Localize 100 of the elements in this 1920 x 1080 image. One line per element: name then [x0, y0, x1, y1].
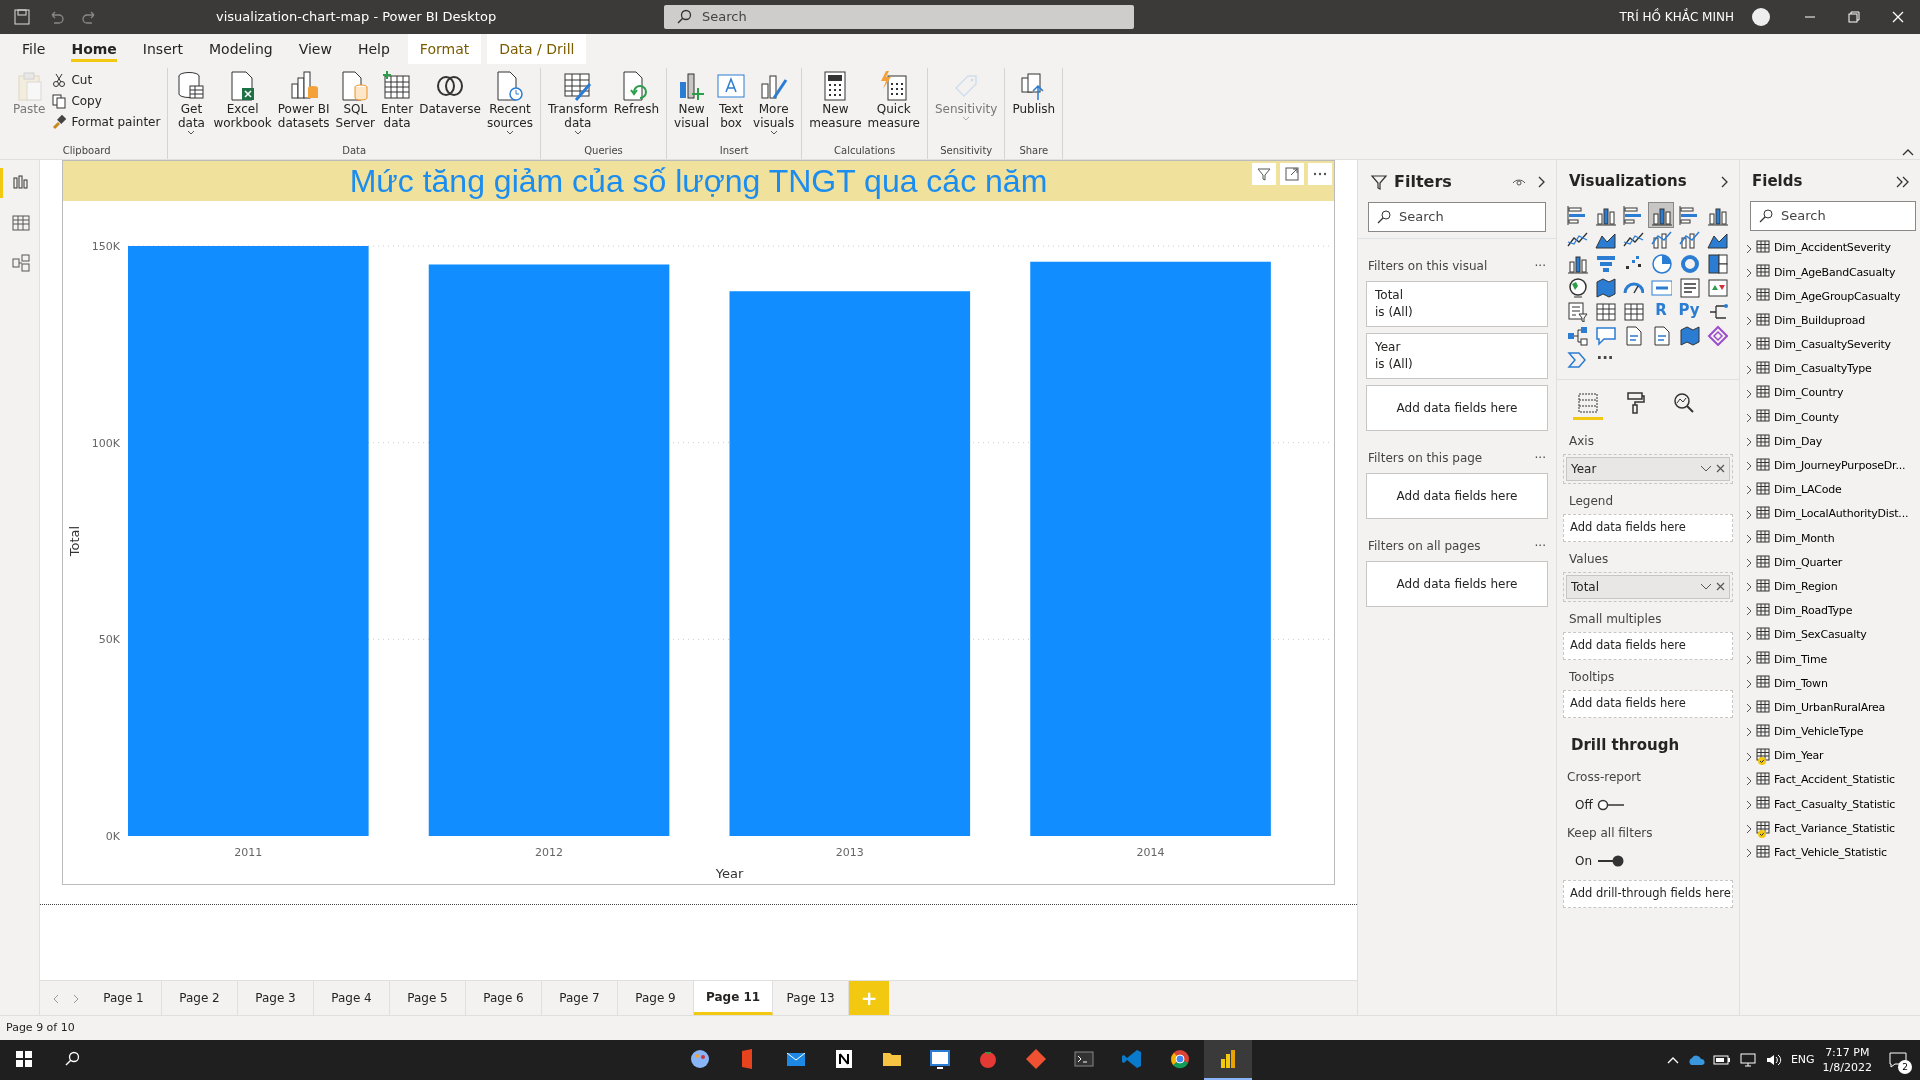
menu-tab[interactable]: View: [286, 34, 344, 64]
field-table-item[interactable]: Dim_UrbanRuralArea: [1740, 696, 1920, 721]
search-icon[interactable]: [64, 1051, 80, 1067]
field-table-item[interactable]: Dim_SexCasualty: [1740, 623, 1920, 648]
close-icon[interactable]: [1716, 582, 1725, 591]
menu-tab[interactable]: Insert: [130, 34, 195, 64]
field-table-item[interactable]: Fact_Variance_Statistic: [1740, 817, 1920, 842]
speaker-icon[interactable]: [1764, 1053, 1783, 1067]
drop-zone[interactable]: Add data fields here: [1563, 689, 1733, 718]
field-table-item[interactable]: Dim_Time: [1740, 647, 1920, 672]
field-table-item[interactable]: Dim_AgeGroupCasualty: [1740, 284, 1920, 310]
field-pill[interactable]: Year: [1566, 456, 1730, 481]
ribbon-button[interactable]: Get data: [172, 68, 211, 143]
ribbon-button[interactable]: New visual: [671, 68, 713, 143]
drop-zone[interactable]: Add data fields here: [1563, 513, 1733, 542]
clock-time[interactable]: 7:17 PM: [1822, 1045, 1872, 1060]
next-icon[interactable]: [73, 993, 79, 1004]
windows-icon[interactable]: [16, 1051, 32, 1067]
more-options-button[interactable]: ···: [1534, 537, 1546, 555]
language-indicator[interactable]: ENG: [1790, 1051, 1815, 1069]
ribbon-button[interactable]: Enter data: [377, 68, 417, 143]
toggle-switch[interactable]: [1596, 854, 1625, 868]
field-table-item[interactable]: Dim_VehicleType: [1740, 720, 1920, 745]
ribbon-button[interactable]: Text box: [712, 68, 751, 143]
field-table-item[interactable]: Dim_Country: [1740, 381, 1920, 406]
network-icon[interactable]: [1738, 1053, 1757, 1067]
chevron-down-icon[interactable]: [1700, 582, 1712, 591]
field-table-item[interactable]: Dim_Town: [1740, 671, 1920, 697]
battery-icon[interactable]: [1712, 1054, 1731, 1066]
ribbon-button[interactable]: Quick measure: [864, 68, 923, 143]
filter-card[interactable]: Year is (All): [1366, 333, 1548, 379]
field-table-item[interactable]: Dim_CasualtySeverity: [1740, 333, 1920, 358]
collapse-icon[interactable]: [1902, 148, 1914, 156]
eye-icon[interactable]: [1512, 177, 1526, 187]
ribbon-button[interactable]: Publish: [1009, 68, 1059, 143]
focus-mode-icon[interactable]: [1283, 165, 1301, 183]
ribbon-button[interactable]: SQL Server: [332, 68, 378, 143]
ribbon-button[interactable]: Power BI datasets: [274, 68, 333, 143]
filter-card[interactable]: Total is (All): [1366, 281, 1548, 327]
drop-zone[interactable]: Add data fields here: [1563, 631, 1733, 660]
chevron-up-icon[interactable]: [1666, 1056, 1679, 1064]
menu-tab[interactable]: File: [10, 34, 58, 64]
field-table-item[interactable]: Dim_Year: [1740, 744, 1920, 769]
close-icon[interactable]: [1890, 9, 1906, 25]
cloud-icon[interactable]: [1686, 1054, 1705, 1066]
taskbar-app[interactable]: [1204, 1040, 1252, 1080]
field-table-item[interactable]: Dim_County: [1740, 405, 1920, 430]
field-table-item[interactable]: Dim_Day: [1740, 430, 1920, 455]
clock-date[interactable]: 1/8/2022: [1822, 1060, 1872, 1075]
search-field[interactable]: Search: [664, 5, 1134, 29]
field-table-item[interactable]: Dim_CasualtyType: [1740, 357, 1920, 382]
save-icon[interactable]: [14, 9, 30, 25]
field-table-item[interactable]: Dim_LACode: [1740, 478, 1920, 503]
more-options-button[interactable]: ···: [1534, 257, 1546, 275]
chevron-right-icon[interactable]: [1538, 176, 1546, 188]
menu-tab[interactable]: Data / Drill: [487, 34, 587, 64]
avatar[interactable]: [1752, 8, 1770, 26]
drop-zone[interactable]: Add data fields here: [1366, 561, 1548, 607]
ribbon-button[interactable]: Copy: [48, 91, 164, 111]
field-table-item[interactable]: Dim_AgeBandCasualty: [1740, 260, 1920, 285]
chevron-right-icon[interactable]: [1721, 175, 1729, 188]
ribbon-button[interactable]: More visuals: [750, 68, 798, 143]
field-table-item[interactable]: Dim_JourneyPurposeDr...: [1740, 454, 1920, 479]
more-options-button[interactable]: ···: [1534, 449, 1546, 467]
drop-zone[interactable]: Add data fields here: [1366, 473, 1548, 519]
ribbon-button[interactable]: Format painter: [48, 112, 164, 132]
page-tab[interactable]: Page 11: [694, 981, 774, 1015]
notification-button[interactable]: 2: [1880, 1040, 1916, 1080]
toggle-switch[interactable]: [1596, 798, 1625, 812]
field-table-item[interactable]: Fact_Casualty_Statistic: [1740, 792, 1920, 817]
more-visuals-button[interactable]: ···: [1593, 346, 1617, 371]
visual-type-button[interactable]: R: [1649, 298, 1673, 323]
ribbon-button[interactable]: Cut: [48, 70, 164, 90]
field-table-item[interactable]: Dim_Region: [1740, 575, 1920, 600]
chevron-down-icon[interactable]: [1700, 464, 1712, 473]
field-table-item[interactable]: Dim_Month: [1740, 526, 1920, 551]
ribbon-button[interactable]: Refresh: [610, 68, 663, 143]
restore-icon[interactable]: [1846, 9, 1862, 25]
visual-type-button[interactable]: Py: [1677, 298, 1701, 323]
close-icon[interactable]: [1716, 464, 1725, 473]
field-table-item[interactable]: Dim_RoadType: [1740, 599, 1920, 624]
menu-tab[interactable]: Home: [59, 34, 129, 64]
field-table-item[interactable]: Dim_AccidentSeverity: [1740, 236, 1920, 261]
drop-zone[interactable]: Add drill-through fields here: [1563, 880, 1733, 908]
collapse-icon[interactable]: [1896, 175, 1910, 188]
previous-icon[interactable]: [53, 993, 59, 1004]
field-table-item[interactable]: Dim_Builduproad: [1740, 309, 1920, 334]
ribbon-button[interactable]: Transform data: [545, 68, 611, 143]
ribbon-button[interactable]: New measure: [806, 68, 865, 143]
search-field[interactable]: Search: [1750, 200, 1916, 231]
menu-tab[interactable]: Format: [407, 34, 482, 64]
menu-tab[interactable]: Modeling: [197, 34, 285, 64]
field-table-item[interactable]: Fact_Accident_Statistic: [1740, 768, 1920, 793]
ribbon-button[interactable]: Dataverse: [416, 68, 484, 143]
ribbon-button[interactable]: Recent sources: [483, 68, 536, 143]
drop-zone[interactable]: Add data fields here: [1366, 385, 1548, 431]
field-table-item[interactable]: Dim_Quarter: [1740, 550, 1920, 576]
field-table-item[interactable]: Dim_LocalAuthorityDist...: [1740, 502, 1920, 527]
field-pill[interactable]: Total: [1566, 574, 1730, 599]
search-field[interactable]: Search: [1368, 202, 1546, 232]
